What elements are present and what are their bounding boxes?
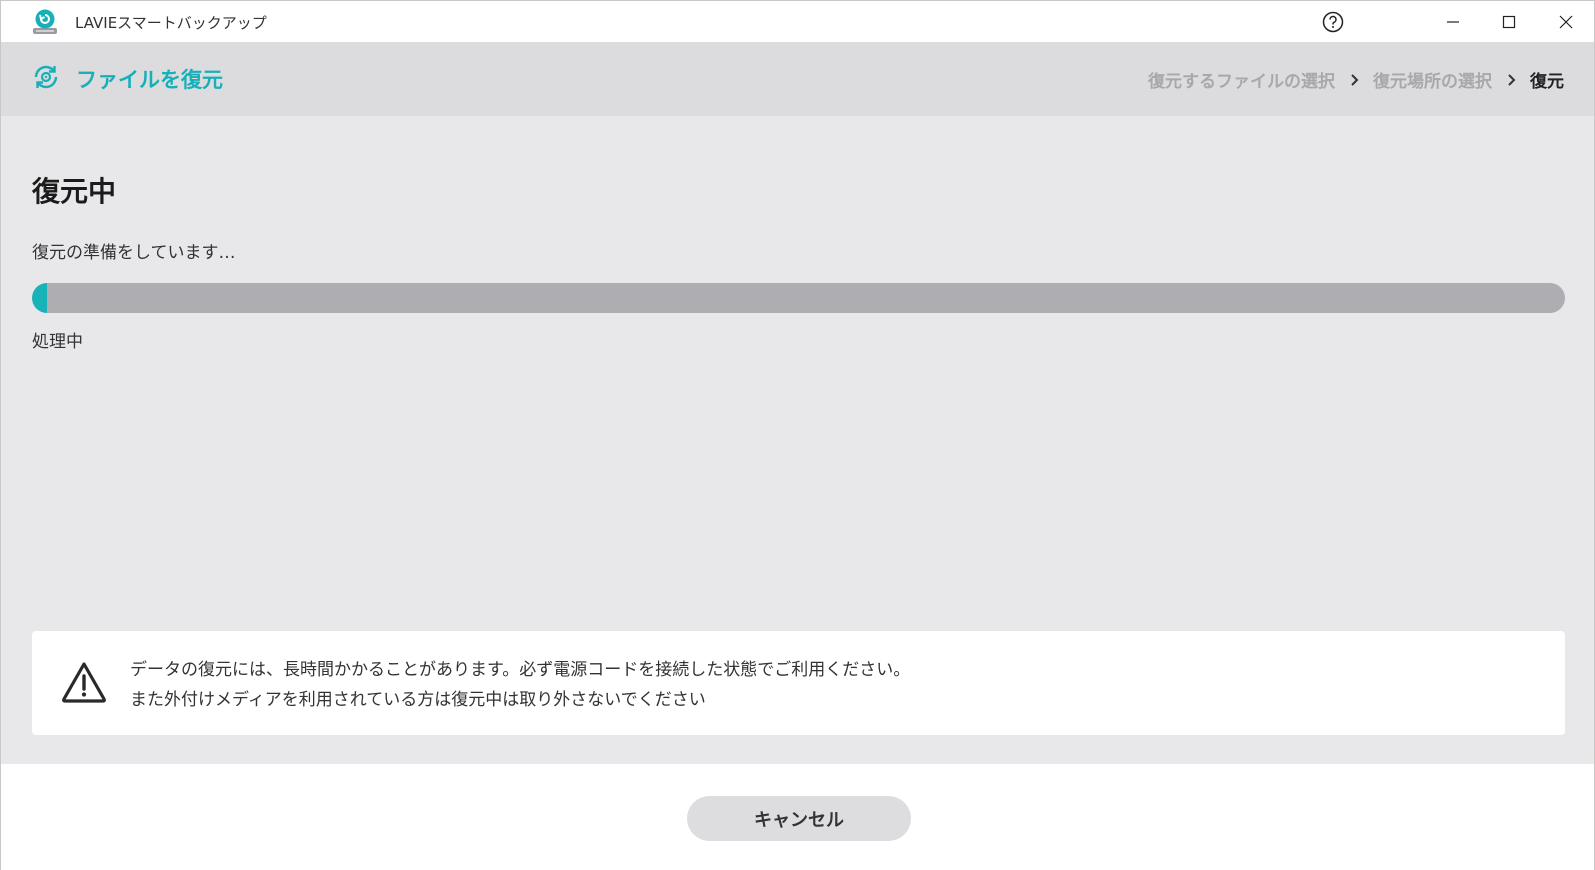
chevron-right-icon	[1349, 73, 1359, 87]
app-window: LAVIEスマートバックアップ ファイルを復元 復元するファイルの選択 復元場所…	[0, 0, 1595, 870]
question-circle-icon	[1322, 11, 1344, 32]
notice-panel: データの復元には、長時間かかることがあります。必ず電源コードを接続した状態でご利…	[32, 631, 1565, 735]
minimize-button[interactable]	[1425, 1, 1481, 42]
chevron-right-icon	[1506, 73, 1516, 87]
page-header-title: ファイルを復元	[76, 68, 223, 92]
breadcrumb-step-select-location: 復元場所の選択	[1373, 72, 1492, 92]
close-icon	[1559, 15, 1573, 28]
progress-bar-fill	[32, 283, 48, 313]
notice-text-line-1: データの復元には、長時間かかることがあります。必ず電源コードを接続した状態でご利…	[130, 660, 911, 680]
restore-gear-icon	[34, 65, 58, 89]
app-title: LAVIEスマートバックアップ	[75, 14, 267, 32]
footer: キャンセル	[1, 764, 1594, 870]
minimize-icon	[1447, 20, 1459, 23]
page-title: 復元中	[32, 175, 117, 208]
warning-triangle-icon	[62, 662, 106, 703]
maximize-icon	[1502, 15, 1516, 28]
help-button[interactable]	[1307, 1, 1359, 42]
cancel-button[interactable]: キャンセル	[687, 796, 911, 841]
status-text: 復元の準備をしています…	[32, 243, 236, 263]
app-logo-icon	[33, 9, 57, 34]
breadcrumb-step-restore: 復元	[1530, 72, 1564, 92]
progress-bar	[32, 283, 1565, 313]
progress-label: 処理中	[32, 332, 83, 352]
page-header: ファイルを復元 復元するファイルの選択 復元場所の選択 復元	[1, 42, 1594, 116]
title-bar: LAVIEスマートバックアップ	[1, 1, 1594, 42]
main-content: 復元中 復元の準備をしています… 処理中 データの復元には、長時間かかることがあ…	[1, 116, 1594, 764]
maximize-button[interactable]	[1481, 1, 1537, 42]
breadcrumb-step-select-files: 復元するファイルの選択	[1148, 72, 1335, 92]
close-button[interactable]	[1538, 1, 1594, 42]
breadcrumb: 復元するファイルの選択 復元場所の選択 復元	[1148, 67, 1564, 92]
notice-text-line-2: また外付けメディアを利用されている方は復元中は取り外さないでください	[130, 690, 706, 710]
